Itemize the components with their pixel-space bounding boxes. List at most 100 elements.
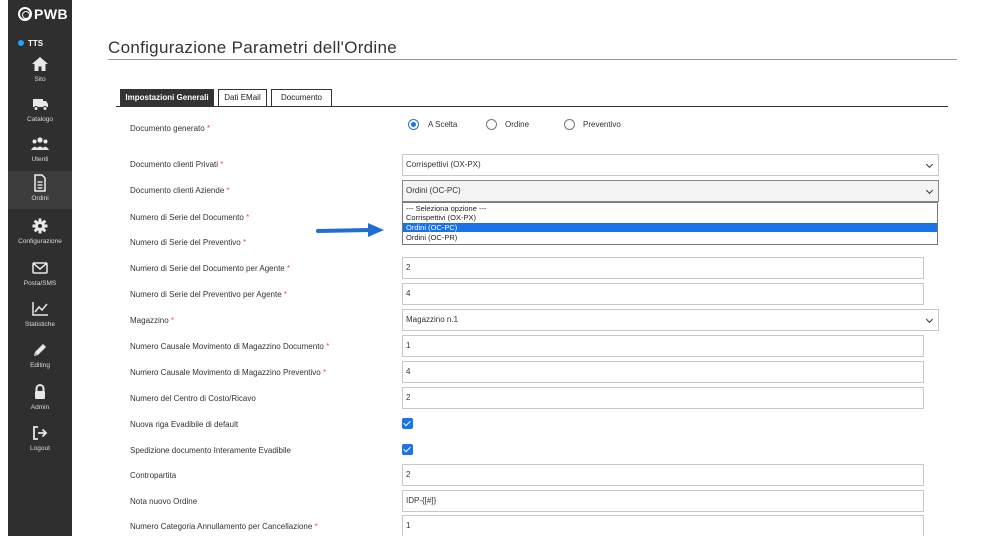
dropdown-option[interactable]: Ordini (OC-PR) (403, 233, 937, 242)
tab-divider (116, 106, 948, 107)
sidebar-item-utenti[interactable]: Utenti (8, 132, 72, 170)
contropartita-input[interactable]: 2 (402, 464, 924, 486)
dropdown-option[interactable]: --- Seleziona opzione --- (403, 204, 937, 213)
required-mark: * (326, 342, 330, 351)
sidebar-item-editing[interactable]: Editing (8, 338, 72, 376)
page-title: Configurazione Parametri dell'Ordine (108, 38, 398, 57)
lock-icon (30, 383, 50, 401)
causale-doc-label: Numero Causale Movimento di Magazzino Do… (130, 342, 329, 351)
radio-a-scelta-label: A Scelta (428, 120, 458, 129)
sidebar-item-label: Catalogo (26, 116, 54, 123)
dropdown-option-highlighted[interactable]: Ordini (OC-PC) (403, 223, 937, 232)
sidebar-item-configurazione[interactable]: Configurazione (8, 214, 72, 252)
label-text: Numero di Serie del Preventivo per Agent… (130, 290, 282, 299)
select-value: Ordini (OC-PC) (406, 186, 461, 195)
spedizione-checkbox[interactable] (402, 444, 413, 455)
serie-prev-agente-label: Numero di Serie del Preventivo per Agent… (130, 290, 287, 299)
required-mark: * (206, 124, 211, 133)
envelope-icon (30, 259, 50, 277)
categoria-annullamento-input[interactable]: 1 (402, 515, 924, 536)
serie-preventivo-label: Numero di Serie del Preventivo * (130, 238, 246, 247)
sidebar-item-label: Statistiche (25, 321, 55, 328)
clienti-aziende-dropdown: --- Seleziona opzione --- Corrispettivi … (402, 202, 938, 245)
required-mark: * (314, 522, 318, 531)
select-value: Magazzino n.1 (406, 315, 459, 324)
sidebar-item-catalogo[interactable]: Catalogo (8, 92, 72, 130)
brand[interactable]: PWB (8, 6, 72, 22)
radio-ordine-label: Ordine (505, 120, 530, 129)
home-icon (30, 55, 50, 73)
label-text: Documento clienti Privati (130, 160, 219, 169)
contropartita-label: Contropartita (130, 471, 177, 480)
nuova-riga-checkbox[interactable] (402, 418, 413, 429)
status-label: TTS (28, 39, 44, 48)
status-dot-icon (18, 40, 24, 46)
label-text: Documento clienti Aziende (130, 186, 225, 195)
required-mark: * (226, 186, 230, 195)
label-text: Numero di Serie del Documento per Agente (130, 264, 285, 273)
clienti-aziende-select[interactable]: Ordini (OC-PC) (402, 180, 939, 202)
document-icon (30, 174, 50, 192)
select-value: Corrispettivi (OX-PX) (406, 160, 481, 169)
clienti-privati-select[interactable]: Corrispettivi (OX-PX) (402, 154, 939, 176)
sidebar-item-label: Configurazione (18, 238, 62, 245)
nota-ordine-label: Nota nuovo Ordine (130, 497, 198, 506)
required-mark: * (287, 264, 291, 273)
required-mark: * (323, 368, 327, 377)
sidebar-item-admin[interactable]: Admin (8, 380, 72, 418)
logout-icon (30, 424, 50, 442)
causale-prev-label: Numero Causale Movimento di Magazzino Pr… (130, 368, 326, 377)
serie-doc-agente-label: Numero di Serie del Documento per Agente… (130, 264, 290, 273)
serie-doc-agente-input[interactable]: 2 (402, 257, 924, 279)
chart-icon (30, 300, 50, 318)
title-divider (108, 59, 957, 60)
truck-icon (30, 95, 50, 113)
spedizione-label: Spedizione documento Interamente Evadibi… (130, 446, 291, 455)
radio-preventivo[interactable] (564, 119, 575, 130)
sidebar: PWB TTS Sito Catalogo Utenti Ordini Conf… (8, 0, 72, 536)
gear-icon (30, 217, 50, 235)
chevron-down-icon (925, 160, 934, 169)
radio-ordine[interactable] (486, 119, 497, 130)
tab-impostazioni-generali[interactable]: Impostazioni Generali (120, 89, 214, 107)
centro-costo-label: Numero del Centro di Costo/Ricavo (130, 394, 256, 403)
sidebar-item-label: Editing (30, 362, 50, 369)
arrow-pointer-icon (316, 223, 384, 237)
documento-generato-label: Documento generato * (130, 124, 210, 133)
causale-prev-input[interactable]: 4 (402, 361, 924, 383)
centro-costo-input[interactable]: 2 (402, 387, 924, 409)
chevron-down-icon (925, 315, 934, 324)
nuova-riga-label: Nuova riga Evadibile di default (130, 420, 239, 429)
radio-preventivo-label: Preventivo (583, 120, 621, 129)
label-text: Numero di Serie del Preventivo (130, 238, 241, 247)
serie-documento-label: Numero di Serie del Documento * (130, 213, 249, 222)
pencil-icon (30, 341, 50, 359)
required-mark: * (283, 290, 287, 299)
sidebar-item-ordini[interactable]: Ordini (8, 171, 72, 209)
clienti-aziende-label: Documento clienti Aziende * (130, 186, 230, 195)
required-mark: * (170, 316, 175, 325)
tab-documento[interactable]: Documento (271, 89, 332, 107)
label-text: Numero Causale Movimento di Magazzino Do… (130, 342, 324, 351)
sidebar-item-sito[interactable]: Sito (8, 52, 72, 90)
sidebar-item-statistiche[interactable]: Statistiche (8, 297, 72, 335)
label-text: Documento generato (130, 124, 205, 133)
causale-doc-input[interactable]: 1 (402, 335, 924, 357)
required-mark: * (220, 160, 224, 169)
nota-ordine-input[interactable]: IDP-{[#]} (402, 490, 924, 512)
sidebar-item-label: Logout (30, 445, 50, 452)
label-text: Numero Causale Movimento di Magazzino Pr… (130, 368, 321, 377)
dropdown-option[interactable]: Corrispettivi (OX-PX) (403, 213, 937, 222)
magazzino-label: Magazzino * (130, 316, 174, 325)
magazzino-select[interactable]: Magazzino n.1 (402, 309, 939, 331)
sidebar-item-logout[interactable]: Logout (8, 421, 72, 459)
sidebar-item-posta-sms[interactable]: Posta/SMS (8, 256, 72, 294)
serie-prev-agente-input[interactable]: 4 (402, 283, 924, 305)
radio-a-scelta[interactable] (408, 119, 419, 130)
required-mark: * (242, 238, 247, 247)
users-icon (30, 135, 50, 153)
tab-dati-email[interactable]: Dati EMail (218, 89, 267, 107)
chevron-down-icon (925, 186, 934, 195)
label-text: Numero Categoria Annullamento per Cancel… (130, 522, 313, 531)
label-text: Numero di Serie del Documento (130, 213, 244, 222)
